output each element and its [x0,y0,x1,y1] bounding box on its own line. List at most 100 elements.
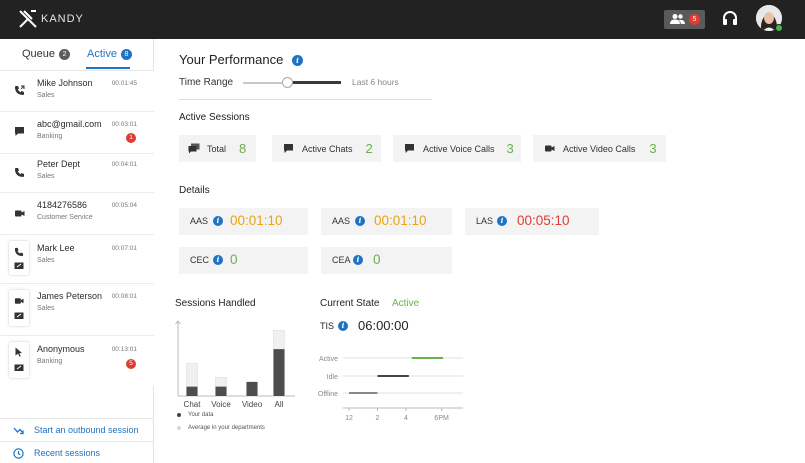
info-icon[interactable]: i [292,55,303,66]
x-tick-label: 6PM [434,415,449,422]
video-icon [545,145,555,152]
tis-value: 06:00:00 [358,318,409,333]
time-range-label: Time Range [179,77,234,88]
info-icon[interactable]: i [213,255,223,265]
detail-card-aas-2: AAS i 00:01:10 [321,208,452,235]
info-icon[interactable]: i [355,216,365,226]
info-icon[interactable]: i [353,255,363,265]
headset-icon[interactable] [722,10,738,28]
x-tick-label: Chat [184,400,202,409]
time-range-slider-fill [287,81,341,84]
session-name: Peter Dept [37,159,81,169]
tab-active[interactable]: Active 8 [87,48,132,60]
current-state-heading: Current State [320,298,380,309]
card-label: Active Chats [302,143,353,154]
unread-badge: 5 [126,359,136,369]
tab-active-label: Active [87,48,117,60]
session-item[interactable]: James Peterson Sales 00:08:01 [0,284,154,336]
session-item[interactable]: Peter Dept Sales 00:04:01 [0,154,154,193]
performance-panel: Your Performance i Time Range Last 6 hou… [155,39,805,463]
phone-icon [15,168,24,177]
legend-your-data: Your data [177,412,213,418]
session-name: 4184276586 [37,200,88,210]
details-heading: Details [179,185,210,196]
session-item[interactable]: Anonymous Banking 00:13:01 5 [0,336,154,386]
presence-indicator [775,24,783,32]
active-voice-calls-card: Active Voice Calls 3 [393,135,521,162]
session-dept: Customer Service [37,214,93,221]
x-tick-label: 12 [345,415,353,422]
outbound-arrow-icon [13,427,24,434]
outbound-label: Start an outbound session [34,425,139,435]
session-name: James Peterson [37,291,103,301]
logo-text: KANDY [41,13,84,25]
legend-swatch [177,426,181,430]
session-time: 00:05:04 [111,202,137,209]
video-icon [14,298,24,304]
time-range-slider-thumb[interactable] [282,77,294,88]
session-time: 00:08:01 [111,293,137,300]
unread-badge: 1 [126,133,136,143]
session-dept: Sales [37,305,55,312]
detail-label: LAS [476,216,494,226]
detail-label: AAS [332,216,351,226]
detail-label: AAS [190,216,209,226]
kandy-logo-icon [19,10,37,28]
card-value: 3 [506,141,514,156]
session-item[interactable]: 4184276586 Customer Service 00:05:04 [0,193,154,235]
kandy-logo: KANDY [18,9,84,29]
session-item[interactable]: abc@gmail.com Banking 00:03:01 1 [0,112,154,154]
card-value: 3 [649,141,657,156]
detail-card-las: LAS i 00:05:10 [465,208,599,235]
session-channels [9,290,29,326]
session-name: Anonymous [37,344,85,354]
phone-transfer-icon [15,85,25,95]
chat-icon [284,144,293,153]
session-tabs: Queue 2 Active 8 [0,39,154,71]
sessions-handled-chart: Chat Voice Video All [175,320,295,409]
video-icon [15,210,25,217]
screenshare-icon [14,364,24,371]
chats-stack-icon [188,143,200,154]
info-icon[interactable]: i [338,321,348,331]
screenshare-icon [14,312,24,319]
tis-label: TIS [320,321,335,331]
bar-your-data [246,381,258,396]
info-icon[interactable]: i [497,216,507,226]
active-video-calls-card: Active Video Calls 3 [533,135,666,162]
tab-queue[interactable]: Queue 2 [22,48,71,60]
session-name: Mike Johnson [37,78,93,88]
start-outbound-session-link[interactable]: Start an outbound session [0,419,154,441]
session-dept: Sales [37,92,55,99]
state-timeline-chart: Offline Idle Active 12 2 4 6PM [318,356,463,422]
detail-label: CEA [332,255,351,265]
card-label: Active Voice Calls [423,143,495,154]
people-icon [670,14,685,24]
y-category-label: Offline [318,391,338,398]
session-dept: Banking [37,358,63,365]
session-item[interactable]: Mike Johnson Sales 00:01:45 [0,71,154,112]
session-list: Mike Johnson Sales 00:01:45 abc@gmail.co… [0,71,154,386]
phone-icon [14,247,24,257]
session-time: 00:07:01 [111,245,137,252]
session-channels [9,342,29,378]
chat-icon [15,127,24,136]
team-button[interactable]: 5 [664,10,705,29]
info-icon[interactable]: i [213,216,223,226]
total-sessions-card: Total 8 [179,135,256,162]
session-time: 00:04:01 [111,161,137,168]
detail-value: 00:01:10 [374,213,427,228]
recent-sessions-link[interactable]: Recent sessions [0,442,154,463]
card-value: 8 [239,141,247,156]
legend-label: Average in your departments [188,425,265,431]
bar-your-data [215,386,227,396]
detail-value: 0 [230,252,238,267]
detail-card-aas: AAS i 00:01:10 [179,208,308,235]
session-item[interactable]: Mark Lee Sales 00:07:01 [0,235,154,284]
legend-average: Average in your departments [177,425,265,431]
bar-your-data [186,386,198,396]
cursor-icon [15,347,22,357]
card-value: 2 [365,141,373,156]
x-tick-label: Video [242,400,263,409]
card-label: Total [207,143,227,154]
